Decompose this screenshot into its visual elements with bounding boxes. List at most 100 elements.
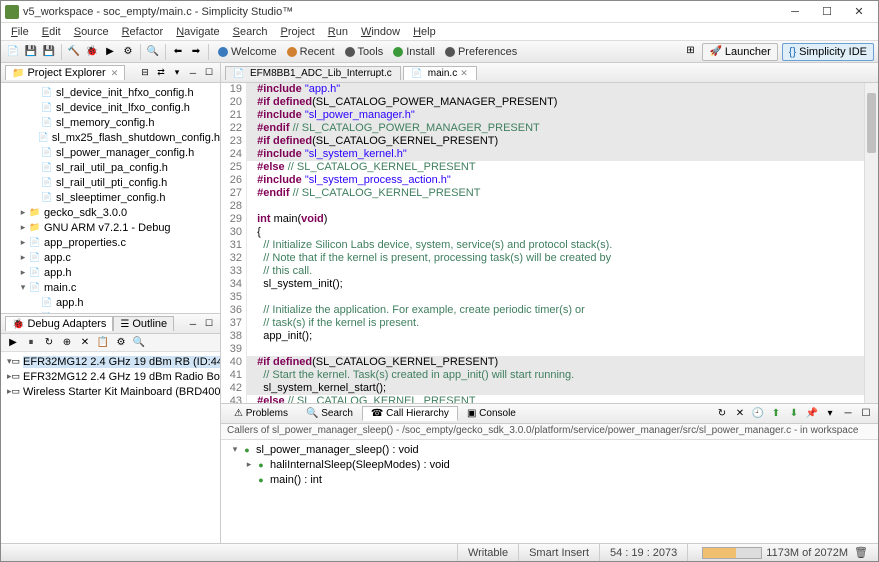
code-line[interactable]: // Initialize the application. For examp…: [247, 304, 878, 317]
toolbar-link-install[interactable]: Install: [388, 46, 440, 58]
code-line[interactable]: #else // SL_CATALOG_KERNEL_PRESENT: [247, 161, 878, 174]
link-editor-icon[interactable]: ⇄: [154, 66, 168, 80]
back-icon[interactable]: ⬅: [170, 44, 186, 60]
bottom-tab-search[interactable]: 🔍 Search: [297, 406, 362, 421]
bottom-tab-console[interactable]: ▣ Console: [458, 406, 525, 421]
history-icon[interactable]: 🕘: [750, 406, 766, 422]
hierarchy-node[interactable]: ●main() : int: [225, 472, 874, 487]
menu-source[interactable]: Source: [68, 24, 115, 40]
tree-item[interactable]: 📄sl_rail_util_pti_config.h: [1, 175, 220, 190]
adapter-btn-8[interactable]: 🔍: [131, 335, 147, 351]
tree-item[interactable]: ▸📁GNU ARM v7.2.1 - Debug: [1, 220, 220, 235]
adapter-btn-3[interactable]: ↻: [41, 335, 57, 351]
tree-item[interactable]: 📄sl_rail_util_pa_config.h: [1, 160, 220, 175]
debug-adapters-tab[interactable]: 🐞 Debug Adapters: [5, 316, 113, 331]
code-line[interactable]: #if defined(SL_CATALOG_KERNEL_PRESENT): [247, 135, 878, 148]
tree-item[interactable]: ▾📄main.c: [1, 280, 220, 295]
profile-icon[interactable]: ⚙: [120, 44, 136, 60]
adapter-btn-5[interactable]: ✕: [77, 335, 93, 351]
hierarchy-node[interactable]: ▸●haliInternalSleep(SleepModes) : void: [225, 457, 874, 472]
menu-project[interactable]: Project: [275, 24, 321, 40]
refresh-icon[interactable]: ↻: [714, 406, 730, 422]
adapter-root[interactable]: ▾▭EFR32MG12 2.4 GHz 19 dBm RB (ID:440085…: [3, 354, 218, 369]
minimize-icon[interactable]: ─: [840, 406, 856, 422]
menu-edit[interactable]: Edit: [36, 24, 67, 40]
code-line[interactable]: {: [247, 226, 878, 239]
menu-navigate[interactable]: Navigate: [170, 24, 225, 40]
adapter-btn-7[interactable]: ⚙: [113, 335, 129, 351]
gc-icon[interactable]: 🗑: [854, 546, 868, 559]
tree-item[interactable]: 📄sl_power_manager_config.h: [1, 145, 220, 160]
toolbar-link-tools[interactable]: Tools: [340, 46, 389, 58]
toolbar-link-recent[interactable]: Recent: [282, 46, 340, 58]
editor-tab[interactable]: 📄main.c ✕: [403, 66, 477, 80]
minimize-button[interactable]: ─: [780, 2, 810, 22]
code-line[interactable]: // Initialize Silicon Labs device, syste…: [247, 239, 878, 252]
adapter-child[interactable]: ▸▭Wireless Starter Kit Mainboard (BRD400…: [3, 384, 218, 399]
code-line[interactable]: #endif // SL_CATALOG_KERNEL_PRESENT: [247, 187, 878, 200]
code-line[interactable]: [247, 291, 878, 304]
callees-icon[interactable]: ⬇: [786, 406, 802, 422]
new-icon[interactable]: 📄: [5, 44, 21, 60]
tree-item[interactable]: ▸📁gecko_sdk_3.0.0: [1, 205, 220, 220]
tree-item[interactable]: 📄sl_memory_config.h: [1, 115, 220, 130]
toolbar-link-welcome[interactable]: Welcome: [213, 46, 282, 58]
save-all-icon[interactable]: 💾: [41, 44, 57, 60]
tree-item[interactable]: ▸📄app.c: [1, 250, 220, 265]
minimize-view-icon[interactable]: ─: [186, 66, 200, 80]
code-line[interactable]: app_init();: [247, 330, 878, 343]
toolbar-link-preferences[interactable]: Preferences: [440, 46, 522, 58]
maximize-view-icon[interactable]: ☐: [202, 66, 216, 80]
tree-item[interactable]: 📄sl_mx25_flash_shutdown_config.h: [1, 130, 220, 145]
tree-item[interactable]: ▸📄app_properties.c: [1, 235, 220, 250]
maximize-icon[interactable]: ☐: [858, 406, 874, 422]
code-line[interactable]: [247, 200, 878, 213]
adapter-btn-1[interactable]: ▶: [5, 335, 21, 351]
adapter-btn-4[interactable]: ⊕: [59, 335, 75, 351]
collapse-all-icon[interactable]: ⊟: [138, 66, 152, 80]
project-explorer-tab[interactable]: 📁 Project Explorer✕: [5, 65, 125, 80]
code-line[interactable]: // task(s) if the kernel is present.: [247, 317, 878, 330]
simplicity-ide-perspective-button[interactable]: {} Simplicity IDE: [782, 43, 874, 61]
adapter-btn-6[interactable]: 📋: [95, 335, 111, 351]
tree-item[interactable]: 📄sl_device_init_lfxo_config.h: [1, 100, 220, 115]
pin-icon[interactable]: 📌: [804, 406, 820, 422]
save-icon[interactable]: 💾: [23, 44, 39, 60]
tree-item[interactable]: 📄sl_device_init_hfxo_config.h: [1, 85, 220, 100]
debug-adapters-tree[interactable]: ▾▭EFR32MG12 2.4 GHz 19 dBm RB (ID:440085…: [1, 352, 220, 543]
cancel-icon[interactable]: ✕: [732, 406, 748, 422]
menu-help[interactable]: Help: [407, 24, 442, 40]
tree-item[interactable]: 📄sl_sleeptimer_config.h: [1, 190, 220, 205]
minimize-view-icon[interactable]: ─: [186, 317, 200, 331]
menu-window[interactable]: Window: [355, 24, 406, 40]
code-area[interactable]: #include "app.h" #if defined(SL_CATALOG_…: [247, 83, 878, 403]
bottom-tab-call-hierarchy[interactable]: ☎ Call Hierarchy: [362, 406, 458, 421]
hierarchy-node[interactable]: ▾●sl_power_manager_sleep() : void: [225, 442, 874, 457]
menu-run[interactable]: Run: [322, 24, 354, 40]
hammer-icon[interactable]: 🔨: [66, 44, 82, 60]
menu-search[interactable]: Search: [227, 24, 274, 40]
code-line[interactable]: #include "sl_system_process_action.h": [247, 174, 878, 187]
code-line[interactable]: // Note that if the kernel is present, p…: [247, 252, 878, 265]
tree-item[interactable]: 📄app.h: [1, 295, 220, 310]
code-line[interactable]: #endif // SL_CATALOG_POWER_MANAGER_PRESE…: [247, 122, 878, 135]
menu-file[interactable]: File: [5, 24, 35, 40]
code-line[interactable]: #if defined(SL_CATALOG_KERNEL_PRESENT): [247, 356, 878, 369]
forward-icon[interactable]: ➡: [188, 44, 204, 60]
code-line[interactable]: int main(void): [247, 213, 878, 226]
open-perspective-icon[interactable]: ⊞: [682, 43, 698, 59]
maximize-button[interactable]: ☐: [812, 2, 842, 22]
menu-refactor[interactable]: Refactor: [116, 24, 170, 40]
editor-tab[interactable]: 📄EFM8BB1_ADC_Lib_Interrupt.c: [225, 66, 401, 80]
code-line[interactable]: #include "sl_system_kernel.h": [247, 148, 878, 161]
run-icon[interactable]: ▶: [102, 44, 118, 60]
callers-icon[interactable]: ⬆: [768, 406, 784, 422]
view-menu-icon[interactable]: ▾: [822, 406, 838, 422]
debug-icon[interactable]: 🐞: [84, 44, 100, 60]
code-line[interactable]: // this call.: [247, 265, 878, 278]
code-line[interactable]: #if defined(SL_CATALOG_POWER_MANAGER_PRE…: [247, 96, 878, 109]
code-line[interactable]: #else // SL_CATALOG_KERNEL_PRESENT: [247, 395, 878, 403]
editor-scrollbar[interactable]: [864, 83, 878, 403]
project-explorer-tree[interactable]: 📄sl_device_init_hfxo_config.h📄sl_device_…: [1, 83, 220, 313]
adapter-btn-2[interactable]: ⏸: [23, 335, 39, 351]
